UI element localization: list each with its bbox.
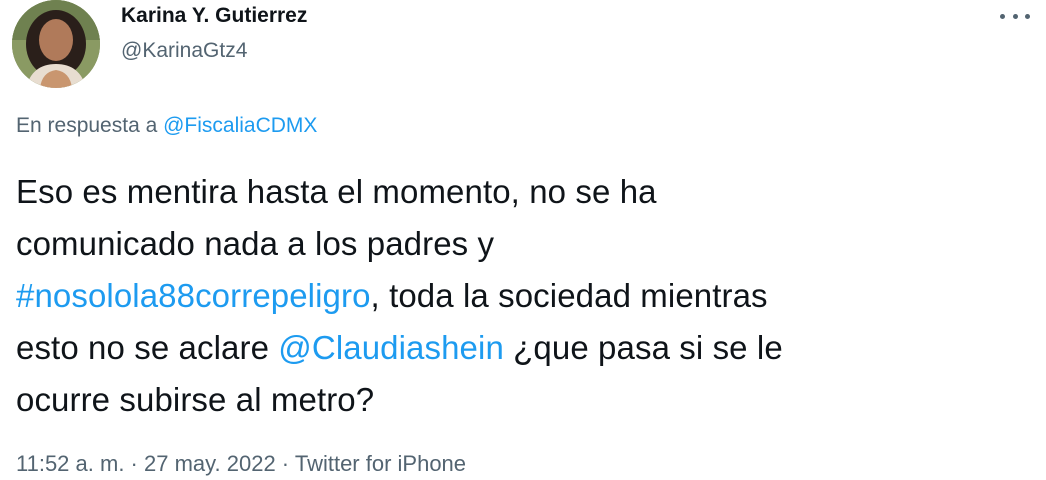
tweet-text-line: ocurre subirse al metro? [16,381,375,418]
tweet-text-line: comunicado nada a los padres y [16,225,495,262]
tweet-time-link[interactable]: 11:52 a. m. [16,451,124,476]
user-handle[interactable]: @KarinaGtz4 [121,37,307,65]
meta-separator: · [275,451,295,476]
more-horizontal-icon [1000,13,1005,19]
tweet-meta: 11:52 a. m. · 27 may. 2022 · Twitter for… [16,450,466,478]
tweet-text-line: #nosolola88correpeligro, toda la socieda… [16,270,1026,322]
tweet-date-link[interactable]: 27 may. 2022 [144,451,276,476]
more-options-button[interactable] [1000,6,1030,26]
more-horizontal-icon [1025,13,1030,19]
tweet-text-segment: esto no se aclare [16,329,279,366]
mention-link[interactable]: @Claudiashein [278,329,504,366]
avatar[interactable] [12,0,100,88]
tweet-source-link[interactable]: Twitter for iPhone [295,451,466,476]
more-horizontal-icon [1012,13,1018,19]
hashtag-link[interactable]: #nosolola88correpeligro [16,277,371,314]
reply-prefix: En respuesta a [16,114,164,137]
user-info[interactable]: Karina Y. Gutierrez @KarinaGtz4 [121,2,307,65]
reply-mention-link[interactable]: @FiscaliaCDMX [163,114,317,137]
tweet: Karina Y. Gutierrez @KarinaGtz4 En respu… [0,0,1046,480]
tweet-text: Eso es mentira hasta el momento, no se h… [16,166,1026,426]
tweet-text-segment: , toda la sociedad mientras [370,277,768,314]
tweet-text-line: esto no se aclare @Claudiashein ¿que pas… [16,322,1026,374]
tweet-text-line: Eso es mentira hasta el momento, no se h… [16,173,657,210]
display-name[interactable]: Karina Y. Gutierrez [121,2,307,30]
meta-separator: · [124,451,144,476]
avatar-image [12,0,100,88]
tweet-text-segment: ¿que pasa si se le [503,329,783,366]
reply-context: En respuesta a @FiscaliaCDMX [16,112,317,140]
